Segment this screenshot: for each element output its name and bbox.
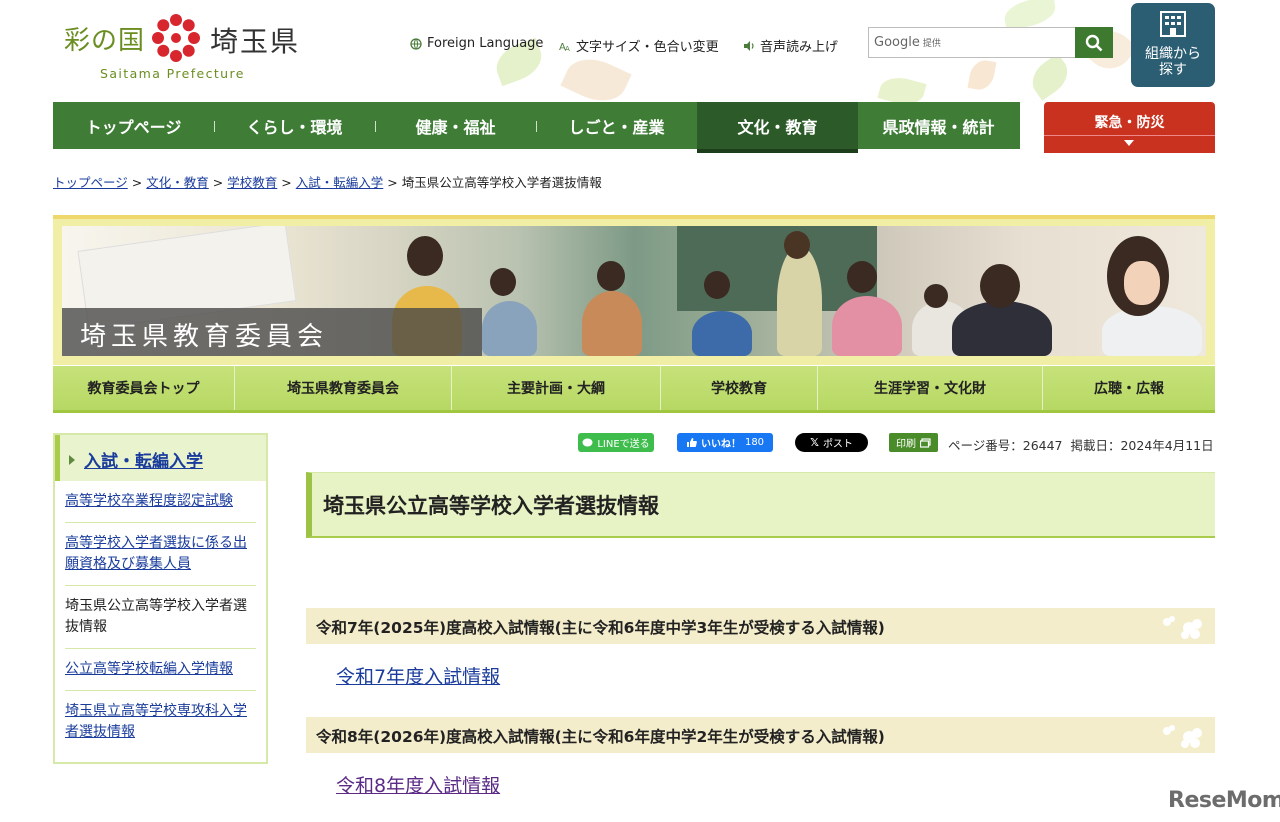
subnav-item-board-top[interactable]: 教育委員会トップ [53, 366, 234, 410]
prefecture-flower-icon [152, 14, 200, 62]
sub-nav: 教育委員会トップ 埼玉県教育委員会 主要計画・大綱 学校教育 生涯学習・文化財 … [53, 366, 1215, 413]
breadcrumb-link[interactable]: 文化・教育 [146, 175, 209, 190]
decor-leaf [1002, 0, 1058, 31]
logo-text-left: 彩の国 [64, 26, 146, 56]
banner: 埼玉県教育委員会 [53, 215, 1215, 365]
subnav-item-plans[interactable]: 主要計画・大綱 [451, 366, 660, 410]
side-menu: 入試・転編入学 高等学校卒業程度認定試験 高等学校入学者選抜に係る出願資格及び募… [53, 433, 268, 764]
search-button[interactable] [1075, 27, 1113, 58]
text-size-icon: AA [559, 42, 570, 52]
page-title: 埼玉県公立高等学校入学者選抜情報 [306, 472, 1215, 538]
subnav-item-school[interactable]: 学校教育 [660, 366, 817, 410]
subnav-item-board[interactable]: 埼玉県教育委員会 [234, 366, 451, 410]
thumbs-up-icon [686, 438, 697, 447]
print-button[interactable]: 印刷 [889, 433, 938, 452]
gnav-item-govt[interactable]: 県政情報・統計 [858, 102, 1019, 149]
voice-reading-label: 音声読み上げ [760, 40, 839, 55]
resemom-watermark: ReseMom [1168, 788, 1280, 813]
gnav-item-life[interactable]: くらし・環境 [214, 102, 375, 149]
breadcrumb-current: 埼玉県公立高等学校入学者選抜情報 [401, 175, 602, 190]
page-number: ページ番号：26447 [948, 438, 1063, 453]
line-icon [582, 438, 593, 446]
breadcrumb-link[interactable]: 学校教育 [227, 175, 277, 190]
side-menu-title: 入試・転編入学 [55, 435, 266, 481]
org-button-label: 組織から 探す [1145, 46, 1201, 78]
gnav-item-health[interactable]: 健康・福祉 [375, 102, 536, 149]
print-icon [920, 437, 931, 448]
chevron-down-icon [1124, 140, 1134, 146]
section-heading: 令和8年(2026年)度高校入試情報(主に令和6年度中学2年生が受検する入試情報… [306, 717, 1215, 753]
side-menu-item: 高等学校卒業程度認定試験 [65, 481, 256, 523]
text-size-link[interactable]: AA 文字サイズ・色合い変更 [559, 36, 719, 55]
global-nav: トップページ くらし・環境 健康・福祉 しごと・産業 文化・教育 県政情報・統計 [53, 102, 1020, 153]
posted-date: 掲載日：2024年4月11日 [1070, 438, 1214, 453]
search-icon [1085, 34, 1103, 51]
foreign-language-link[interactable]: Foreign Language [410, 36, 543, 51]
subnav-item-pr[interactable]: 広聴・広報 [1042, 366, 1215, 410]
facebook-like-button[interactable]: いいね！ 180 [677, 433, 773, 452]
logo-text-en: Saitama Prefecture [100, 66, 245, 81]
side-menu-item: 埼玉県立高等学校専攻科入学者選抜情報 [65, 703, 247, 740]
triangle-right-icon [69, 455, 75, 465]
decor-leaf [1025, 53, 1075, 101]
speaker-icon [744, 40, 754, 51]
side-menu-item: 公立高等学校転編入学情報 [65, 649, 256, 691]
section-heading: 令和7年(2025年)度高校入試情報(主に令和6年度中学3年生が受検する入試情報… [306, 608, 1215, 644]
gnav-item-culture[interactable]: 文化・教育 [697, 102, 858, 153]
side-menu-item: 高等学校入学者選抜に係る出願資格及び募集人員 [65, 523, 256, 586]
emergency-label: 緊急・防災 [1094, 115, 1165, 131]
text-size-label: 文字サイズ・色合い変更 [576, 40, 719, 55]
breadcrumb: トップページ > 文化・教育 > 学校教育 > 入試・転編入学 > 埼玉県公立高等学校入学者選抜… [53, 175, 602, 190]
voice-reading-link[interactable]: 音声読み上げ [743, 36, 838, 55]
nyushi-r8-link[interactable]: 令和8年度入試情報 [336, 771, 500, 798]
gnav-item-work[interactable]: しごと・産業 [536, 102, 697, 149]
globe-icon [410, 37, 422, 50]
building-icon [1160, 11, 1186, 37]
side-menu-title-link[interactable]: 入試・転編入学 [84, 452, 203, 472]
google-brand: Google 提供 [874, 35, 941, 50]
nyushi-r7-link[interactable]: 令和7年度入試情報 [336, 662, 500, 689]
svg-text:A: A [565, 45, 570, 52]
breadcrumb-link[interactable]: 入試・転編入学 [296, 175, 384, 190]
line-share-button[interactable]: LINEで送る [578, 433, 654, 452]
flower-decor-icon [1163, 725, 1202, 748]
org-search-button[interactable]: 組織から 探す [1131, 3, 1215, 87]
logo-text-right: 埼玉県 [210, 25, 301, 58]
foreign-language-label: Foreign Language [427, 36, 544, 51]
divider [1044, 135, 1215, 136]
banner-caption: 埼玉県教育委員会 [62, 308, 482, 356]
emergency-button[interactable]: 緊急・防災 [1044, 102, 1215, 153]
gnav-item-top[interactable]: トップページ [53, 102, 214, 149]
flower-decor-icon [1163, 616, 1202, 639]
breadcrumb-link[interactable]: トップページ [53, 175, 128, 190]
decor-leaf [967, 58, 997, 92]
x-logo-icon: 𝕏 [810, 436, 819, 449]
x-post-button[interactable]: 𝕏 ポスト [795, 433, 868, 452]
site-logo[interactable]: 彩の国 埼玉県 Saitama Prefecture [62, 12, 302, 84]
side-menu-item: 埼玉県公立高等学校入学者選抜情報 [65, 586, 256, 649]
page-info: ページ番号：26447 掲載日：2024年4月11日 [948, 435, 1214, 454]
subnav-item-lifelong[interactable]: 生涯学習・文化財 [817, 366, 1042, 410]
